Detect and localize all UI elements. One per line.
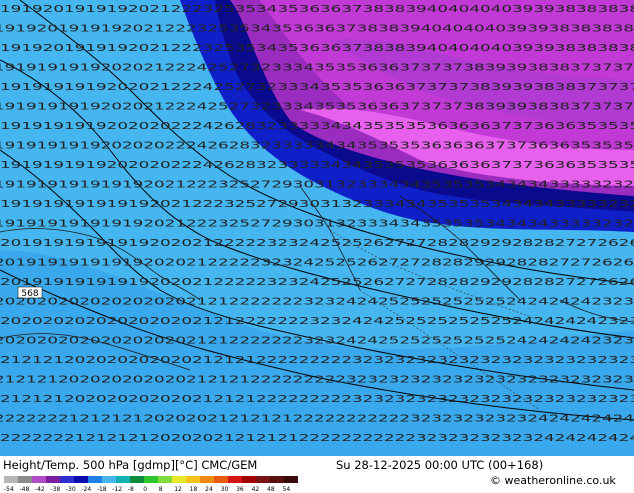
temperature-value-row: 1919201919192021222325353435363637383839… [0,24,634,35]
temperature-value-row: 2019191919191920202122222323242525262727… [0,238,634,249]
scale-swatch [186,476,200,483]
temperature-value-row: 1919201919192021222325353435363637383839… [0,43,634,54]
temperature-value-row: 1919191919191920212223252729303132333434… [0,180,634,191]
scale-swatch [74,476,88,483]
scale-swatch [18,476,32,483]
temperature-value-row: 2020202020202020202121222222232324242525… [0,336,634,347]
scale-swatch [242,476,256,483]
scale-swatch [4,476,18,483]
temperature-value-row: 2020202020202020202121222222232324242525… [0,297,634,308]
temperature-value-row: 2020202020202020202121222222232324242525… [0,316,634,327]
valid-time: Su 28-12-2025 00:00 UTC (00+168) [336,458,544,472]
temperature-value-row: 1919191919191920212223252729303132333434… [0,199,634,210]
temperature-value-row: 1919191919202021222425273233343535363637… [0,102,634,113]
temperature-value-row: 1919201919192021222325353435363637383839… [0,4,634,15]
scale-swatch [46,476,60,483]
temperature-value-row: 2121212020202020202121212222222223232323… [0,355,634,366]
temperature-value-row: 1919191919191920212223252729303132333434… [0,219,634,230]
scale-swatch [130,476,144,483]
map-title: Height/Temp. 500 hPa [gdmp][°C] CMC/GEM [3,458,258,472]
temperature-value-row: 1919191919202020222426283233333434353535… [0,121,634,132]
temperature-value-row: 2222222121212120202021212121222222222223… [0,433,634,444]
temperature-value-row: 2121212020202020202121212222222223232323… [0,375,634,386]
temperature-value-row: 1919191919202021222425273233343535363637… [0,63,634,74]
scale-swatch [32,476,46,483]
temperature-value-row: 2222222121212120202021212121222222222223… [0,414,634,425]
scale-swatch [228,476,242,483]
temperature-value-row: 2121212020202020202121212222222223232323… [0,394,634,405]
map-panel: 568 191920191919202122232535343536363738… [0,0,634,456]
footer-bar: Height/Temp. 500 hPa [gdmp][°C] CMC/GEM … [0,456,634,493]
temperature-value-row: 1919191919202020222426283233333434353535… [0,141,634,152]
temperature-value-row: 2019191919191920202122222323242525262727… [0,258,634,269]
scale-swatch [144,476,158,483]
scale-swatch [172,476,186,483]
credit-text: © weatheronline.co.uk [490,474,616,487]
temperature-values: 1919201919192021222325353435363637383839… [0,4,634,444]
scale-swatch [88,476,102,483]
map-canvas: 568 191920191919202122232535343536363738… [0,0,634,456]
temperature-value-row: 1919191919202021222425273233343535363637… [0,82,634,93]
temperature-value-row: 1919191919202020222426283233333434353535… [0,160,634,171]
scale-swatch [284,476,298,483]
scale-swatch [214,476,228,483]
scale-swatch [270,476,284,483]
scale-swatch [60,476,74,483]
scale-swatch [256,476,270,483]
scale-swatch [116,476,130,483]
temperature-value-row: 2019191919191920202122222323242525262727… [0,277,634,288]
scale-swatch [158,476,172,483]
scale-swatch [102,476,116,483]
scale-swatch [200,476,214,483]
